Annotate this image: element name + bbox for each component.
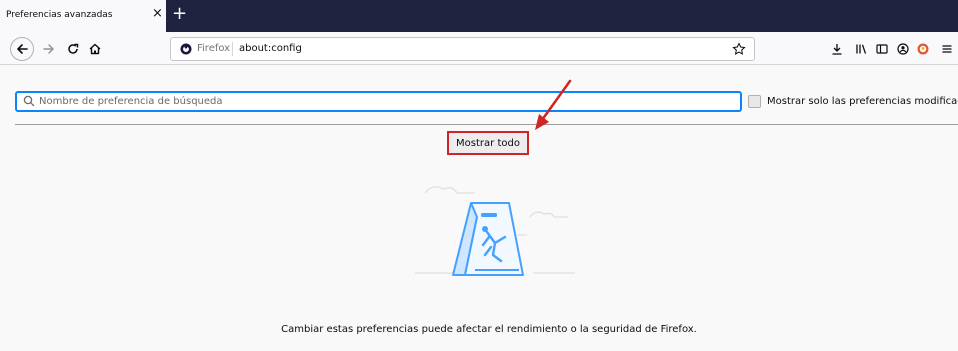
warning-sign-illustration xyxy=(415,186,575,276)
tab-advanced-preferences[interactable]: Preferencias avanzadas × xyxy=(0,0,166,32)
forward-arrow-icon[interactable] xyxy=(40,40,58,58)
url-text[interactable]: about:config xyxy=(239,43,302,54)
tab-close-icon[interactable]: × xyxy=(152,7,163,20)
reload-icon[interactable] xyxy=(64,40,82,58)
tab-title: Preferencias avanzadas xyxy=(6,10,113,20)
account-icon[interactable] xyxy=(894,40,912,58)
back-arrow-icon[interactable] xyxy=(10,37,34,61)
identity-label: Firefox xyxy=(197,43,231,54)
show-all-label: Mostrar todo xyxy=(456,137,520,149)
new-tab-icon[interactable]: + xyxy=(172,5,187,23)
preference-search-field[interactable] xyxy=(15,91,742,112)
modified-only-checkbox[interactable] xyxy=(748,95,761,108)
search-input[interactable] xyxy=(39,94,729,109)
url-bar[interactable]: Firefox about:config xyxy=(170,37,755,61)
star-icon[interactable] xyxy=(732,42,746,56)
firefox-identity-icon xyxy=(180,43,192,55)
navigation-toolbar: Firefox about:config xyxy=(0,32,958,65)
annotation-arrow xyxy=(535,79,572,130)
warning-message: Cambiar estas preferencias puede afectar… xyxy=(281,324,697,335)
show-all-button[interactable]: Mostrar todo xyxy=(447,131,529,155)
library-icon[interactable] xyxy=(852,40,870,58)
search-icon xyxy=(23,95,35,107)
tab-bar: Preferencias avanzadas × + xyxy=(0,0,958,32)
menu-icon[interactable] xyxy=(938,40,956,58)
modified-only-label[interactable]: Mostrar solo las preferencias modificada… xyxy=(767,96,958,107)
sidebar-icon[interactable] xyxy=(873,40,891,58)
url-separator xyxy=(232,42,233,56)
duckduckgo-icon[interactable] xyxy=(914,40,932,58)
home-icon[interactable] xyxy=(86,40,104,58)
divider xyxy=(15,124,958,125)
download-icon[interactable] xyxy=(828,40,846,58)
